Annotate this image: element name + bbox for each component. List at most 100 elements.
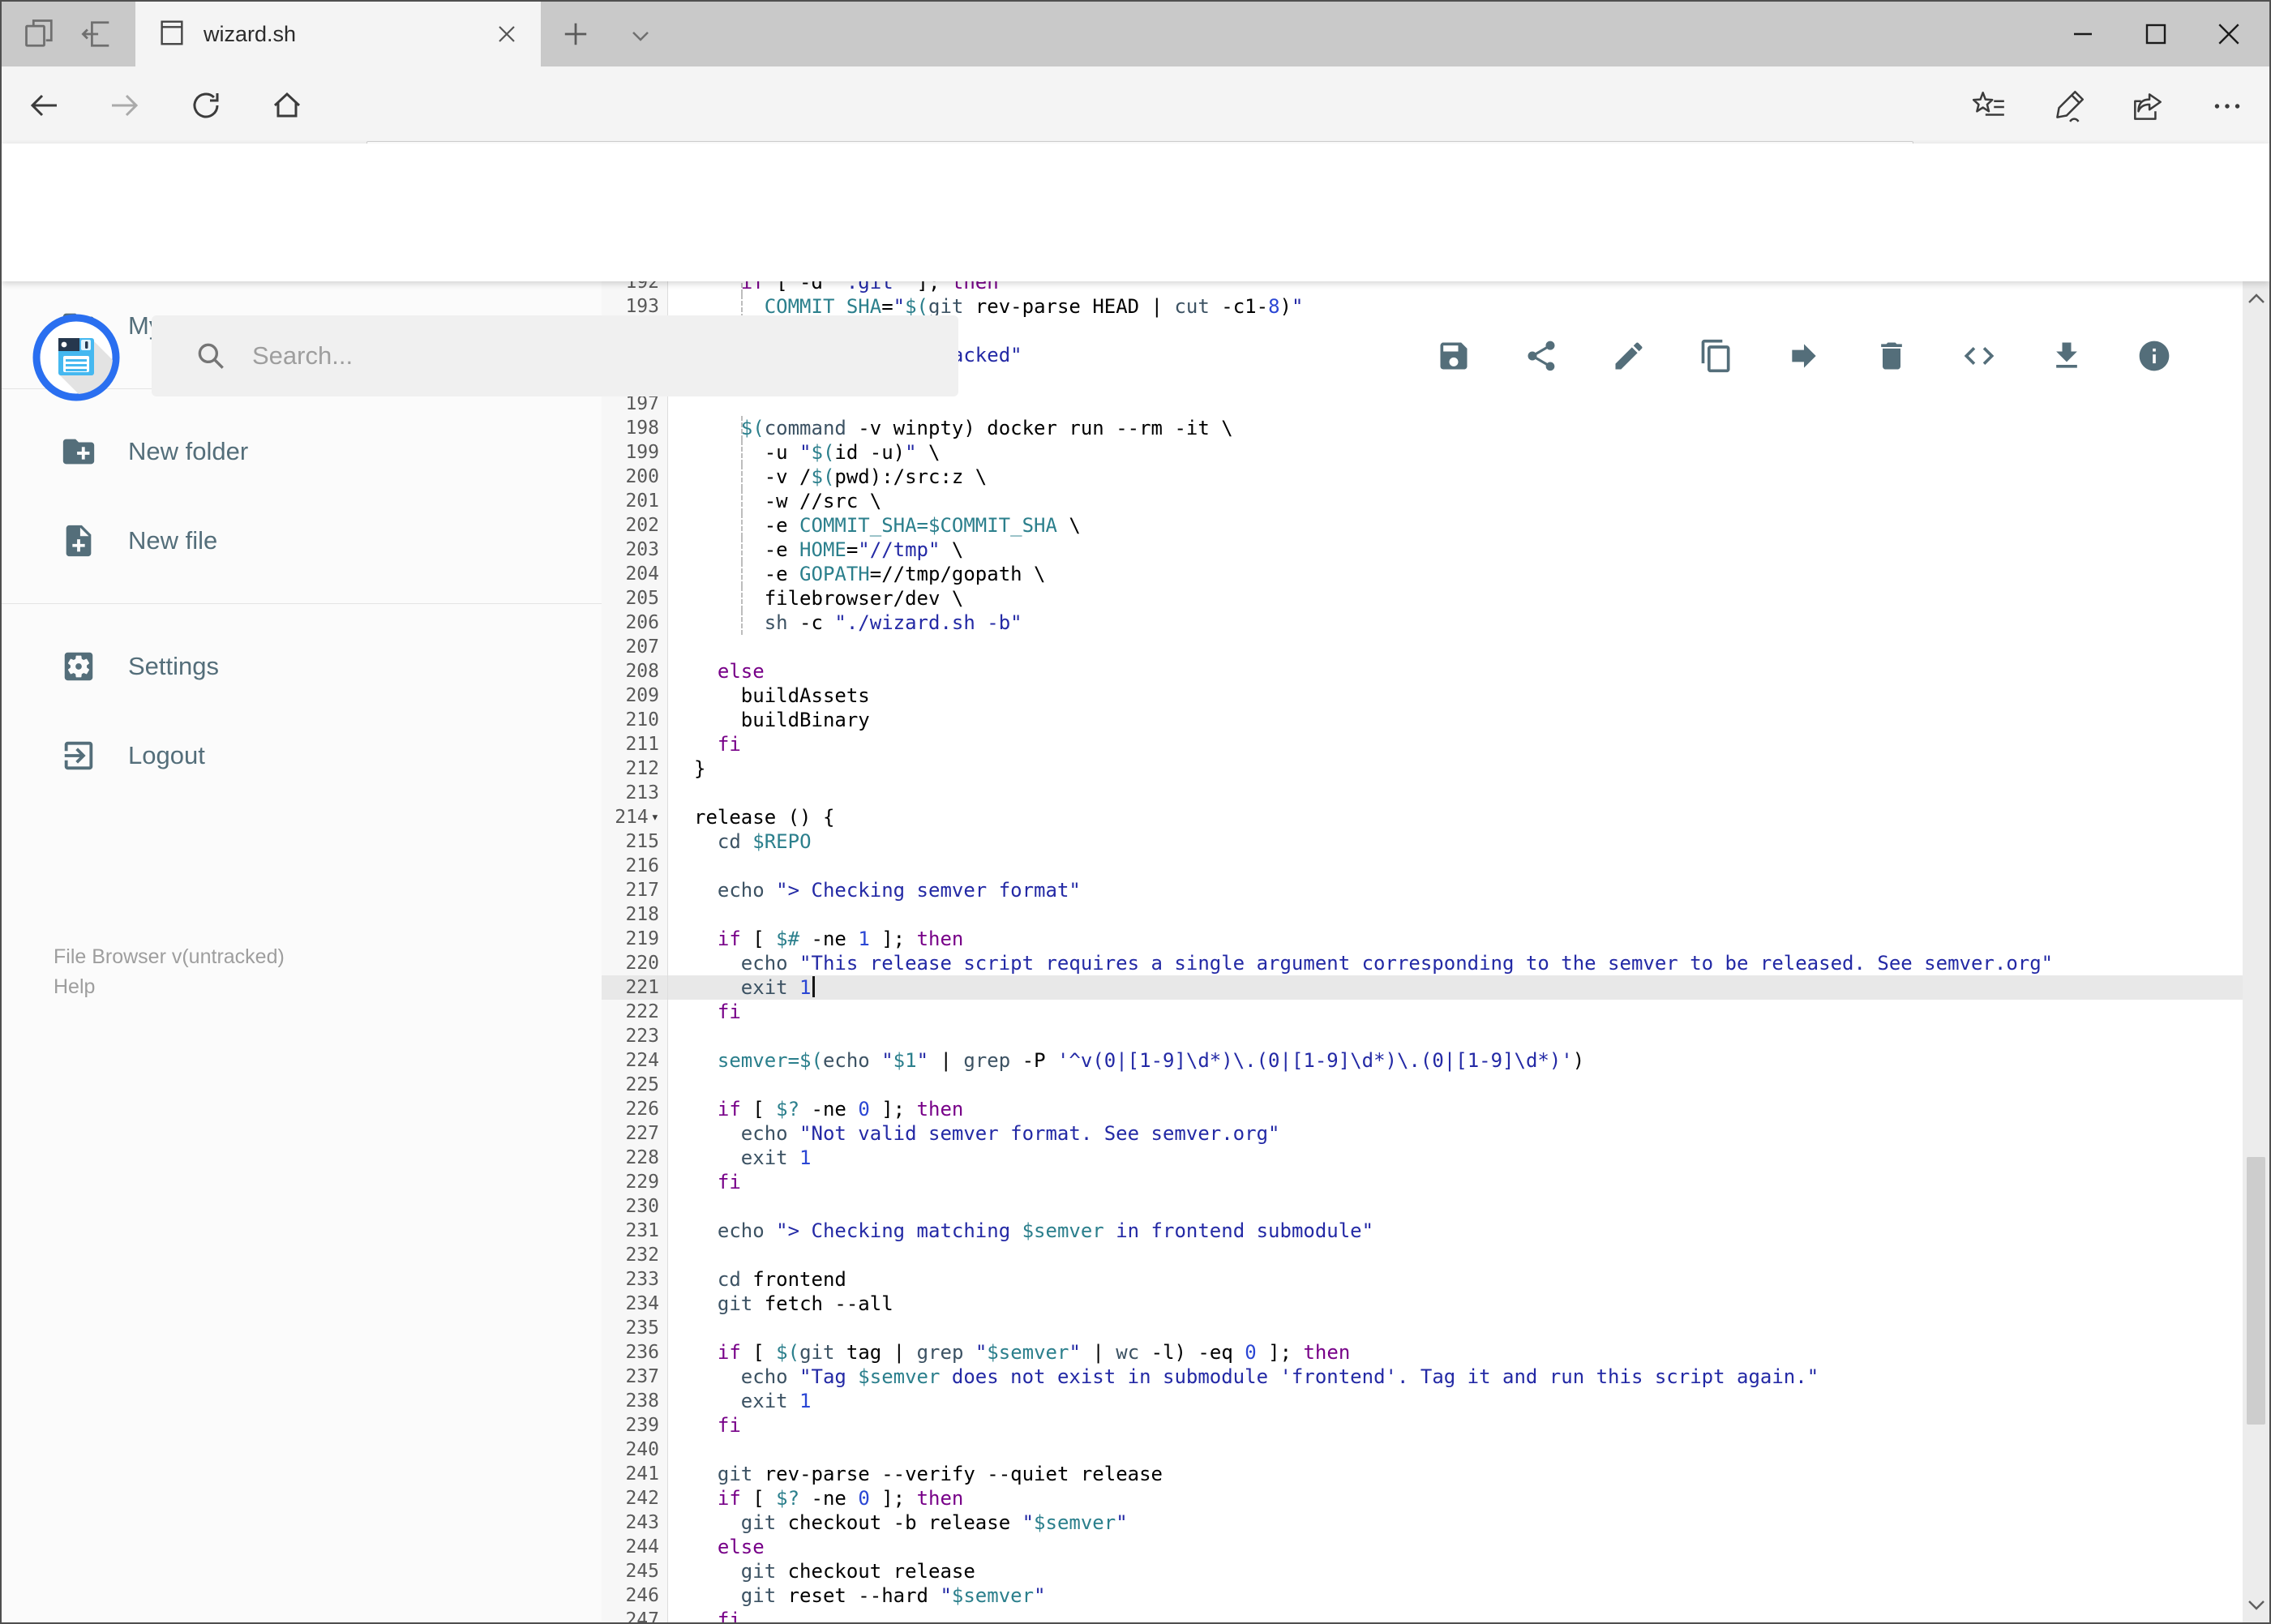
code-line[interactable]: 209 buildAssets xyxy=(602,683,2243,708)
refresh-button[interactable] xyxy=(188,88,224,123)
code-editor[interactable]: 192 if [ -d ".git" ]; then 193 COMMIT_SHA… xyxy=(602,281,2243,1622)
code-line[interactable]: 215 cd $REPO xyxy=(602,829,2243,854)
fold-marker-icon[interactable]: ▾ xyxy=(651,805,659,829)
line-number[interactable]: 241 xyxy=(602,1462,668,1486)
tab-close-icon[interactable] xyxy=(492,19,521,49)
code-line[interactable]: 235 xyxy=(602,1316,2243,1340)
line-number[interactable]: 200 xyxy=(602,465,668,489)
more-options-ellipsis-icon[interactable] xyxy=(2209,88,2244,123)
code-line[interactable]: 232 xyxy=(602,1243,2243,1267)
line-number[interactable]: 239 xyxy=(602,1413,668,1438)
sidebar-item-new-file[interactable]: New file xyxy=(2,496,602,585)
code-line[interactable]: 227 echo "Not valid semver format. See s… xyxy=(602,1121,2243,1146)
line-number[interactable]: 204 xyxy=(602,562,668,586)
code-line[interactable]: 217 echo "> Checking semver format" xyxy=(602,878,2243,902)
code-line[interactable]: 226 if [ $? -ne 0 ]; then xyxy=(602,1097,2243,1121)
rename-button[interactable] xyxy=(1611,338,1647,374)
line-number[interactable]: 240 xyxy=(602,1438,668,1462)
search-input[interactable] xyxy=(251,341,958,371)
line-number[interactable]: 233 xyxy=(602,1267,668,1292)
home-button[interactable] xyxy=(269,88,305,123)
line-number[interactable]: 213 xyxy=(602,781,668,805)
forward-button[interactable] xyxy=(107,88,143,123)
help-link[interactable]: Help xyxy=(54,972,285,1002)
line-number[interactable]: 207 xyxy=(602,635,668,659)
code-line[interactable]: 244 else xyxy=(602,1535,2243,1559)
share-icon[interactable] xyxy=(2129,88,2165,123)
line-number[interactable]: 201 xyxy=(602,489,668,513)
line-number[interactable]: 211 xyxy=(602,732,668,756)
line-number[interactable]: 236 xyxy=(602,1340,668,1365)
line-number[interactable]: 216 xyxy=(602,854,668,878)
code-line[interactable]: 214 ▾ release () { xyxy=(602,805,2243,829)
code-line[interactable]: 219 if [ $# -ne 1 ]; then xyxy=(602,927,2243,951)
code-line[interactable]: 200 -v /$(pwd):/src:z \ xyxy=(602,465,2243,489)
scrollbar-thumb[interactable] xyxy=(2247,1157,2265,1425)
source-code-button[interactable] xyxy=(1961,338,1997,374)
line-number[interactable]: 203 xyxy=(602,538,668,562)
line-number[interactable]: 234 xyxy=(602,1292,668,1316)
code-line[interactable]: 241 git rev-parse --verify --quiet relea… xyxy=(602,1462,2243,1486)
code-line[interactable]: 198 $(command -v winpty) docker run --rm… xyxy=(602,416,2243,440)
tab-preview-icon[interactable] xyxy=(22,16,58,52)
line-number[interactable]: 218 xyxy=(602,902,668,927)
line-number[interactable]: 215 xyxy=(602,829,668,854)
code-line[interactable]: 210 buildBinary xyxy=(602,708,2243,732)
code-line[interactable]: 199 -u "$(id -u)" \ xyxy=(602,440,2243,465)
line-number[interactable]: 199 xyxy=(602,440,668,465)
info-button[interactable] xyxy=(2136,338,2172,374)
line-number[interactable]: 225 xyxy=(602,1073,668,1097)
line-number[interactable]: 226 xyxy=(602,1097,668,1121)
move-button[interactable] xyxy=(1786,338,1822,374)
code-line[interactable]: 204 -e GOPATH=//tmp/gopath \ xyxy=(602,562,2243,586)
delete-button[interactable] xyxy=(1874,338,1909,374)
code-line[interactable]: 207 xyxy=(602,635,2243,659)
line-number[interactable]: 212 xyxy=(602,756,668,781)
code-line[interactable]: 236 if [ $(git tag | grep "$semver" | wc… xyxy=(602,1340,2243,1365)
share-button[interactable] xyxy=(1523,338,1559,374)
line-number[interactable]: 228 xyxy=(602,1146,668,1170)
editor-scrollbar[interactable] xyxy=(2243,281,2269,1622)
line-number[interactable]: 205 xyxy=(602,586,668,611)
code-line[interactable]: 220 echo "This release script requires a… xyxy=(602,951,2243,975)
line-number[interactable]: 242 xyxy=(602,1486,668,1510)
code-line[interactable]: 202 -e COMMIT_SHA=$COMMIT_SHA \ xyxy=(602,513,2243,538)
line-number[interactable]: 244 xyxy=(602,1535,668,1559)
code-line[interactable]: 206 sh -c "./wizard.sh -b" xyxy=(602,611,2243,635)
download-button[interactable] xyxy=(2049,338,2085,374)
code-line[interactable]: 218 xyxy=(602,902,2243,927)
window-close-button[interactable] xyxy=(2188,11,2269,57)
line-number[interactable]: 222 xyxy=(602,1000,668,1024)
line-number[interactable]: 192 xyxy=(602,281,668,294)
search-box[interactable] xyxy=(152,315,958,396)
scroll-down-button[interactable] xyxy=(2243,1587,2269,1622)
line-number[interactable]: 235 xyxy=(602,1316,668,1340)
code-line[interactable]: 240 xyxy=(602,1438,2243,1462)
sidebar-item-settings[interactable]: Settings xyxy=(2,622,602,711)
code-line[interactable]: 242 if [ $? -ne 0 ]; then xyxy=(602,1486,2243,1510)
scroll-up-button[interactable] xyxy=(2243,281,2269,317)
code-line[interactable]: 230 xyxy=(602,1194,2243,1219)
new-tab-button[interactable] xyxy=(558,16,593,52)
code-line[interactable]: 208 else xyxy=(602,659,2243,683)
code-line[interactable]: 229 fi xyxy=(602,1170,2243,1194)
code-line[interactable]: 243 git checkout -b release "$semver" xyxy=(602,1510,2243,1535)
window-minimize-button[interactable] xyxy=(2042,11,2123,57)
line-number[interactable]: 202 xyxy=(602,513,668,538)
tab-list-chevron-icon[interactable] xyxy=(624,19,657,52)
copy-button[interactable] xyxy=(1699,338,1734,374)
code-line[interactable]: 222 fi xyxy=(602,1000,2243,1024)
line-number[interactable]: 243 xyxy=(602,1510,668,1535)
line-number[interactable]: 223 xyxy=(602,1024,668,1048)
line-number[interactable]: 238 xyxy=(602,1389,668,1413)
line-number[interactable]: 208 xyxy=(602,659,668,683)
filebrowser-logo-floppy-icon[interactable] xyxy=(32,314,120,405)
code-line[interactable]: 225 xyxy=(602,1073,2243,1097)
line-number[interactable]: 198 xyxy=(602,416,668,440)
line-number[interactable]: 237 xyxy=(602,1365,668,1389)
web-note-pen-icon[interactable] xyxy=(2050,88,2085,123)
code-line[interactable]: 221 exit 1 xyxy=(602,975,2243,1000)
code-line[interactable]: 245 git checkout release xyxy=(602,1559,2243,1583)
code-line[interactable]: 224 semver=$(echo "$1" | grep -P '^v(0|[… xyxy=(602,1048,2243,1073)
code-line[interactable]: 201 -w //src \ xyxy=(602,489,2243,513)
